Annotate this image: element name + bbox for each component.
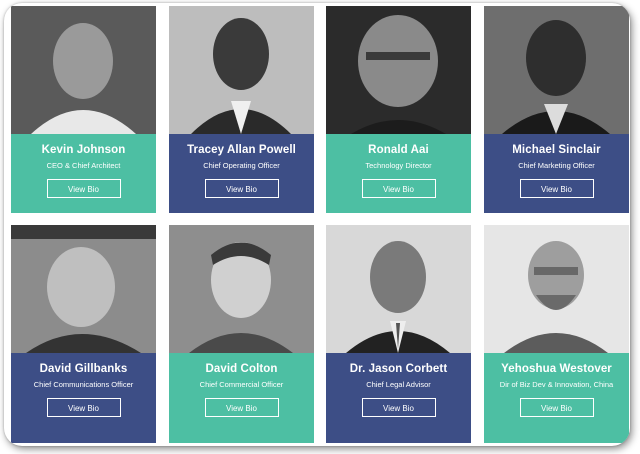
member-role: Chief Operating Officer: [203, 161, 280, 170]
view-bio-button[interactable]: View Bio: [519, 179, 594, 198]
card-info: Dr. Jason Corbett Chief Legal Advisor Vi…: [326, 353, 471, 443]
view-bio-button[interactable]: View Bio: [204, 398, 279, 417]
member-name: Kevin Johnson: [41, 144, 126, 156]
view-bio-button[interactable]: View Bio: [46, 179, 121, 198]
view-bio-button[interactable]: View Bio: [204, 179, 279, 198]
card-info: David Colton Chief Commercial Officer Vi…: [169, 353, 314, 443]
headshot-photo: [484, 6, 629, 134]
member-role: Technology Director: [365, 161, 432, 170]
headshot-photo: [169, 225, 314, 353]
member-name: Dr. Jason Corbett: [349, 363, 448, 375]
view-bio-button[interactable]: View Bio: [519, 398, 594, 417]
member-name: David Gillbanks: [39, 363, 128, 375]
card-info: Tracey Allan Powell Chief Operating Offi…: [169, 134, 314, 213]
team-card-michael-sinclair: Michael Sinclair Chief Marketing Officer…: [484, 6, 629, 213]
team-card-dr-jason-corbett: Dr. Jason Corbett Chief Legal Advisor Vi…: [326, 225, 471, 443]
member-name: David Colton: [205, 363, 278, 375]
team-card-ronald-aai: Ronald Aai Technology Director View Bio: [326, 6, 471, 213]
member-role: Chief Commercial Officer: [199, 380, 284, 389]
card-info: David Gillbanks Chief Communications Off…: [11, 353, 156, 443]
card-info: Yehoshua Westover Dir of Biz Dev & Innov…: [484, 353, 629, 443]
headshot-photo: [326, 225, 471, 353]
team-card-kevin-johnson: Kevin Johnson CEO & Chief Architect View…: [11, 6, 156, 213]
team-card-david-gillbanks: David Gillbanks Chief Communications Off…: [11, 225, 156, 443]
member-role: CEO & Chief Architect: [46, 161, 121, 170]
card-info: Michael Sinclair Chief Marketing Officer…: [484, 134, 629, 213]
member-role: Chief Legal Advisor: [366, 380, 431, 389]
member-name: Ronald Aai: [368, 144, 429, 156]
headshot-photo: [169, 6, 314, 134]
view-bio-button[interactable]: View Bio: [361, 398, 436, 417]
card-info: Ronald Aai Technology Director View Bio: [326, 134, 471, 213]
member-role: Chief Marketing Officer: [518, 161, 595, 170]
member-role: Dir of Biz Dev & Innovation, China: [499, 380, 614, 389]
headshot-photo: [484, 225, 629, 353]
team-grid: Kevin Johnson CEO & Chief Architect View…: [4, 3, 630, 446]
view-bio-button[interactable]: View Bio: [361, 179, 436, 198]
headshot-photo: [11, 6, 156, 134]
team-card-tracey-allan-powell: Tracey Allan Powell Chief Operating Offi…: [169, 6, 314, 213]
card-info: Kevin Johnson CEO & Chief Architect View…: [11, 134, 156, 213]
member-name: Michael Sinclair: [512, 144, 601, 156]
team-card-yehoshua-westover: Yehoshua Westover Dir of Biz Dev & Innov…: [484, 225, 629, 443]
team-card-david-colton: David Colton Chief Commercial Officer Vi…: [169, 225, 314, 443]
view-bio-button[interactable]: View Bio: [46, 398, 121, 417]
member-role: Chief Communications Officer: [33, 380, 134, 389]
member-name: Tracey Allan Powell: [187, 144, 296, 156]
headshot-photo: [11, 225, 156, 353]
member-name: Yehoshua Westover: [501, 363, 612, 375]
headshot-photo: [326, 6, 471, 134]
